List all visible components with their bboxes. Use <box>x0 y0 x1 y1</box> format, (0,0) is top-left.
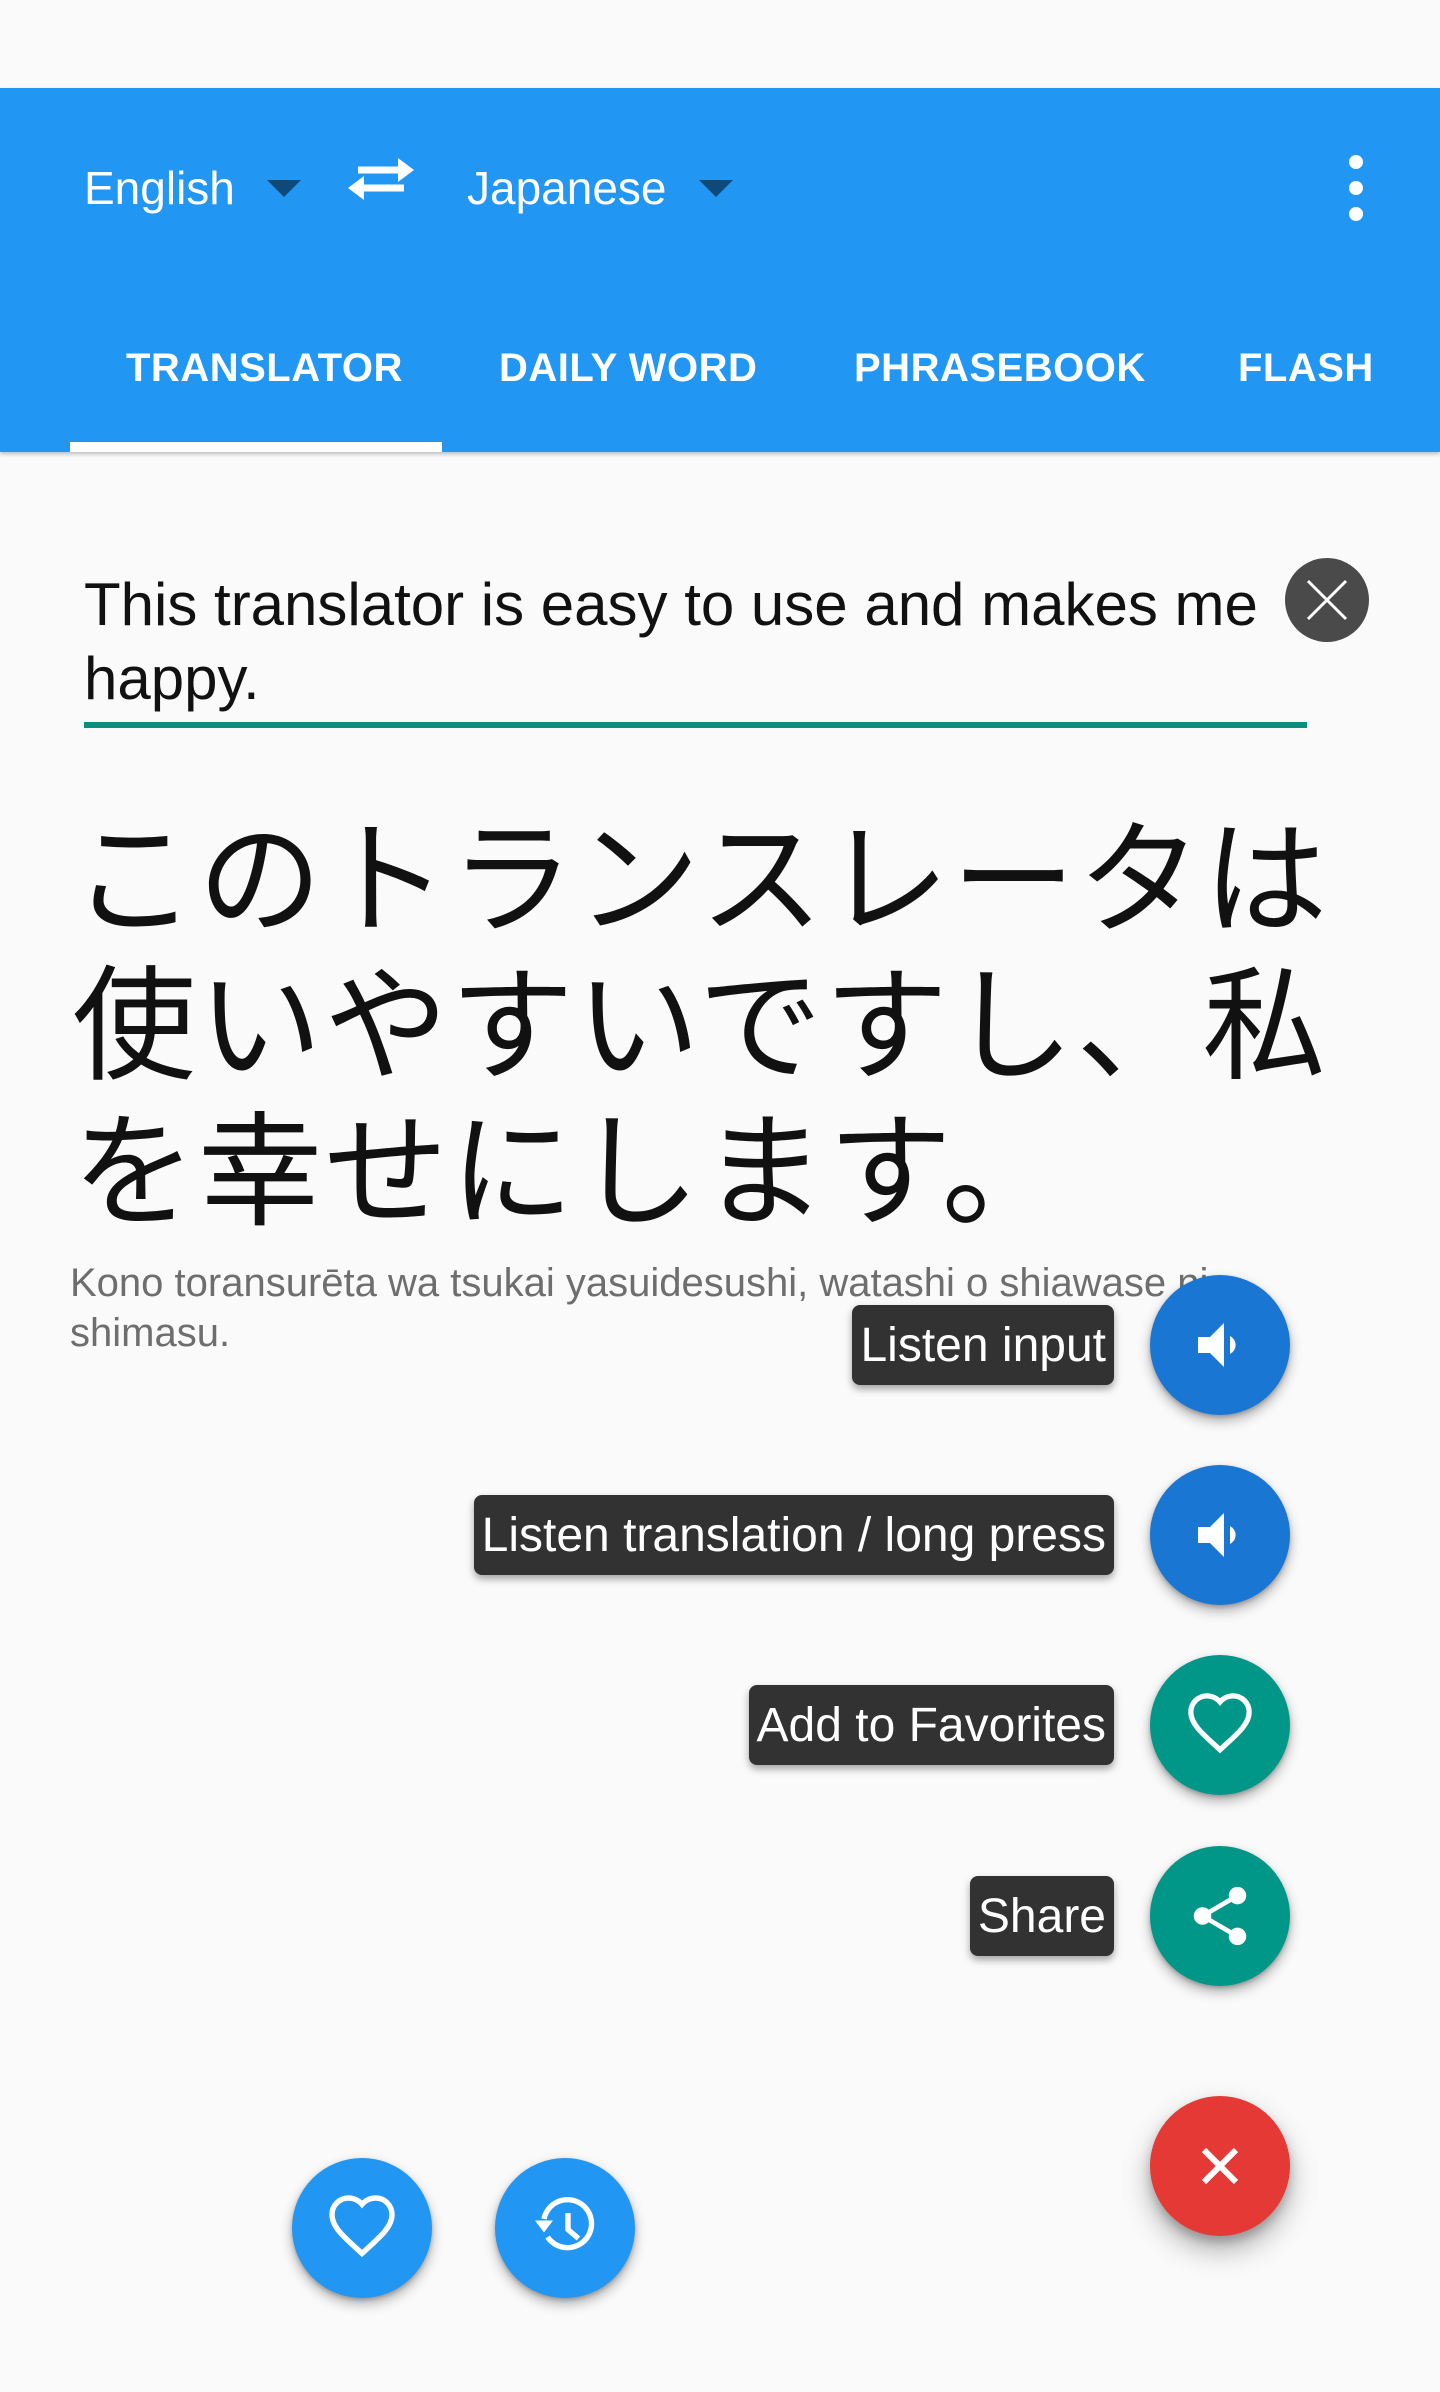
romanization-text: Kono toransurēta wa tsukai yasuidesushi,… <box>70 1261 1209 1355</box>
favorites-button[interactable] <box>292 2158 432 2298</box>
add-to-favorites-button[interactable] <box>1150 1655 1290 1795</box>
active-tab-indicator <box>70 442 442 452</box>
dropdown-caret-icon <box>698 179 733 197</box>
translation-output: このトランスレータは使いやすいですし、私を幸せにします。 <box>72 809 1330 1245</box>
app-bar <box>0 88 1440 452</box>
tab-phrasebook[interactable]: PHRASEBOOK <box>854 346 1146 391</box>
target-language-label: Japanese <box>467 162 667 214</box>
listen-input-button[interactable] <box>1150 1275 1290 1415</box>
history-icon <box>535 2196 595 2251</box>
listen-translation-button[interactable] <box>1150 1465 1290 1605</box>
target-language-dropdown[interactable]: Japanese <box>467 160 733 216</box>
source-language-label: English <box>84 162 235 214</box>
history-button[interactable] <box>495 2158 635 2298</box>
close-speed-dial-button[interactable] <box>1150 2096 1290 2236</box>
source-text-input[interactable]: This translator is easy to use and makes… <box>84 568 1264 716</box>
more-vert-icon[interactable] <box>1336 150 1376 226</box>
dropdown-caret-icon <box>266 179 301 197</box>
volume-icon <box>1198 1513 1236 1557</box>
clear-input-button[interactable] <box>1285 558 1369 642</box>
heart-outline-icon <box>329 2195 395 2258</box>
share-button[interactable] <box>1150 1846 1290 1986</box>
tab-daily-word[interactable]: DAILY WORD <box>499 346 757 391</box>
status-bar <box>0 0 1440 88</box>
source-language-dropdown[interactable]: English <box>84 160 301 216</box>
close-icon <box>1306 579 1348 621</box>
tooltip-share: Share <box>969 1876 1114 1956</box>
share-icon <box>1193 1886 1247 1946</box>
tooltip-listen-input: Listen input <box>852 1305 1114 1385</box>
tooltip-add-to-favorites: Add to Favorites <box>748 1685 1114 1765</box>
input-underline <box>84 722 1307 728</box>
swap-languages-icon[interactable] <box>346 152 416 212</box>
tab-translator[interactable]: TRANSLATOR <box>126 346 403 391</box>
close-icon <box>1201 2147 1239 2185</box>
volume-icon <box>1198 1323 1236 1367</box>
tab-flash[interactable]: FLASH <box>1238 346 1374 391</box>
heart-outline-icon <box>1188 1693 1252 1754</box>
tooltip-listen-translation: Listen translation / long press <box>473 1495 1114 1575</box>
